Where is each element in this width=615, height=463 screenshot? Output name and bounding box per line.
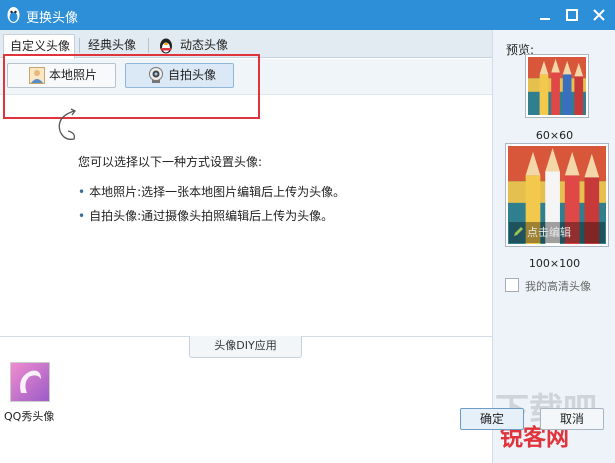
hd-avatar-label: 我的高清头像 bbox=[525, 280, 591, 293]
hint-title: 您可以选择以下一种方式设置头像: bbox=[78, 155, 263, 169]
qq-show-avatar-icon[interactable] bbox=[10, 362, 50, 402]
tab-divider bbox=[148, 38, 149, 53]
tab-label: 自定义头像 bbox=[10, 39, 71, 53]
highlight-box bbox=[3, 54, 260, 119]
pencil-icon bbox=[514, 227, 523, 236]
hint-text: 本地照片:选择一张本地图片编辑后上传为头像。 bbox=[89, 185, 346, 199]
cancel-button[interactable]: 取消 bbox=[540, 408, 604, 430]
hd-avatar-icon bbox=[505, 278, 519, 292]
pencils-image bbox=[528, 57, 586, 115]
hint-text: 自拍头像:通过摄像头拍照编辑后上传为头像。 bbox=[89, 209, 334, 223]
preview-small bbox=[525, 54, 589, 118]
tab-label: 动态头像 bbox=[180, 38, 229, 52]
title-bar: 更换头像 bbox=[0, 0, 615, 30]
window-title: 更换头像 bbox=[26, 11, 79, 26]
hd-avatar-link[interactable]: 我的高清头像 bbox=[505, 278, 591, 294]
qq-penguin-icon bbox=[7, 7, 20, 23]
penguin-icon bbox=[160, 38, 172, 54]
curved-arrow-icon bbox=[58, 108, 76, 140]
avatar-editor-pane: 自定义头像 经典头像 动态头像 本地照片 自拍头像 您可以选择以下一种方式设置头… bbox=[0, 30, 492, 463]
tab-label: 经典头像 bbox=[88, 38, 137, 52]
large-size-label: 100×100 bbox=[528, 257, 581, 270]
qq-show-avatar-label[interactable]: QQ秀头像 bbox=[4, 408, 54, 424]
bullet-icon: • bbox=[78, 185, 86, 199]
bullet-icon: • bbox=[78, 209, 86, 223]
maximize-icon[interactable] bbox=[563, 6, 581, 24]
minimize-icon[interactable] bbox=[536, 6, 554, 24]
edit-overlay[interactable]: 点击编辑 bbox=[509, 222, 605, 243]
hint-item: • 本地照片:选择一张本地图片编辑后上传为头像。 bbox=[78, 183, 345, 200]
tab-divider bbox=[79, 38, 80, 53]
small-size-label: 60×60 bbox=[535, 129, 574, 142]
ok-button[interactable]: 确定 bbox=[460, 408, 524, 430]
hint-item: • 自拍头像:通过摄像头拍照编辑后上传为头像。 bbox=[78, 207, 333, 224]
avatar-diy-tab[interactable]: 头像DIY应用 bbox=[189, 336, 302, 358]
qq-show-logo-icon bbox=[20, 370, 41, 393]
close-icon[interactable] bbox=[590, 6, 608, 24]
edit-label: 点击编辑 bbox=[527, 226, 571, 239]
preview-large[interactable]: 点击编辑 bbox=[505, 143, 609, 247]
